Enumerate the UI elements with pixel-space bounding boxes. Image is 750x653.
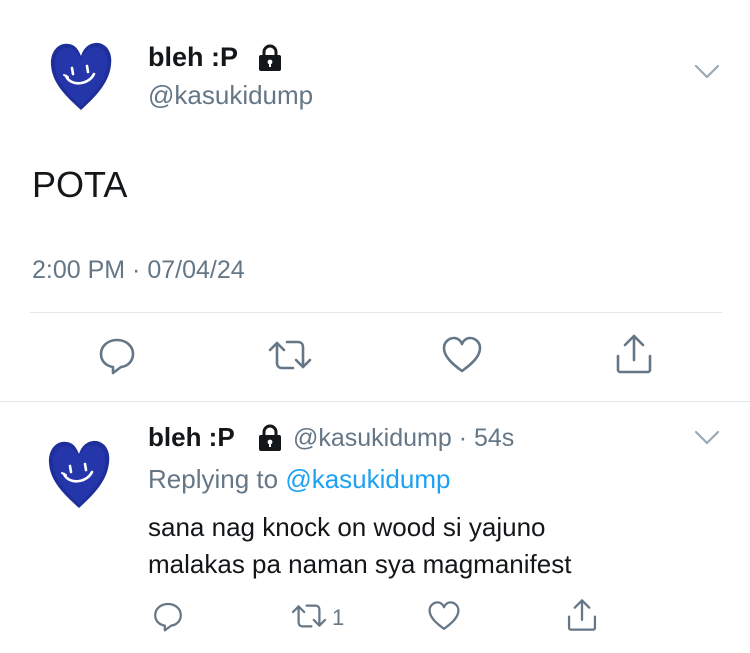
share-button[interactable]	[610, 332, 658, 380]
reply-text-line: sana nag knock on wood si yajuno	[148, 512, 546, 542]
reply-icon	[97, 335, 137, 380]
retweet-button[interactable]: 1	[290, 600, 354, 636]
reply-icon	[152, 600, 184, 637]
display-name[interactable]: bleh :P	[148, 42, 238, 73]
handle-and-time[interactable]: @kasukidump · 54s	[293, 424, 514, 453]
section-divider	[0, 401, 750, 402]
reply-button[interactable]	[150, 600, 186, 636]
avatar[interactable]	[46, 438, 112, 510]
reply-text-line: malakas pa naman sya magmanifest	[148, 549, 572, 579]
like-button[interactable]	[437, 334, 487, 380]
replying-to: Replying to @kasukidump	[148, 464, 450, 495]
retweet-icon	[290, 600, 328, 637]
like-icon	[441, 335, 483, 380]
avatar[interactable]	[48, 40, 114, 112]
share-button[interactable]	[564, 598, 600, 636]
chevron-down-icon[interactable]	[694, 62, 720, 82]
share-icon	[565, 597, 599, 638]
reply-button[interactable]	[94, 334, 140, 380]
timestamp[interactable]: 2:00 PM · 07/04/24	[32, 256, 245, 285]
handle[interactable]: @kasukidump	[148, 80, 313, 111]
display-name[interactable]: bleh :P	[148, 422, 235, 453]
divider	[30, 312, 722, 313]
retweet-button[interactable]	[264, 334, 316, 380]
replying-prefix: Replying to	[148, 464, 286, 494]
like-button[interactable]	[426, 600, 462, 636]
chevron-down-icon[interactable]	[694, 428, 720, 448]
retweet-count: 1	[332, 605, 345, 630]
like-icon	[427, 600, 461, 637]
retweet-icon	[267, 335, 313, 380]
replying-mention-link[interactable]: @kasukidump	[285, 464, 450, 494]
tweet-text: POTA	[32, 164, 128, 205]
lock-icon	[257, 44, 283, 72]
share-icon	[613, 332, 655, 381]
lock-icon	[257, 424, 283, 452]
